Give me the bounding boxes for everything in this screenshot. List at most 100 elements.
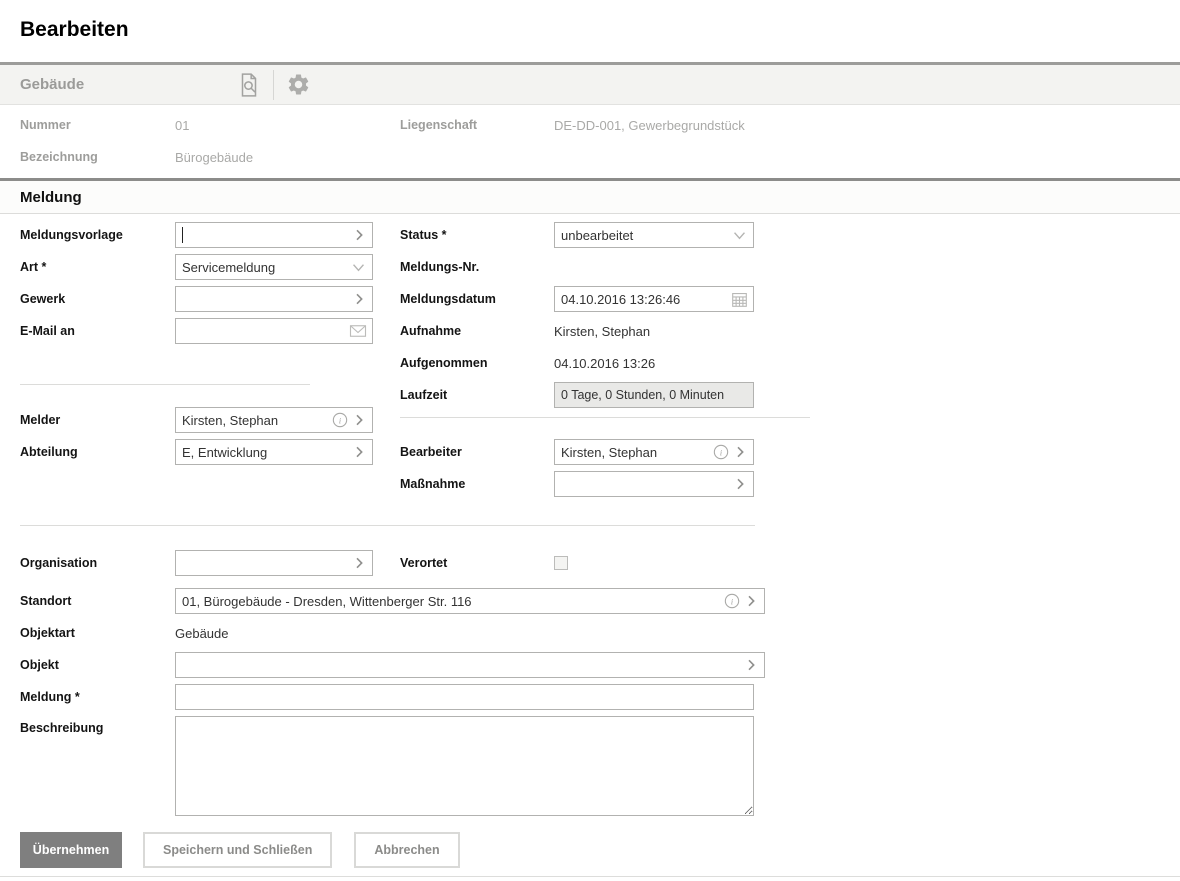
- svg-text:i: i: [720, 448, 723, 458]
- verortet-checkbox[interactable]: [554, 556, 568, 570]
- meldungsdatum-row: Meldungsdatum: [400, 286, 810, 312]
- abteilung-label: Abteilung: [20, 445, 175, 459]
- art-select[interactable]: Servicemeldung: [175, 254, 373, 280]
- abteilung-picker[interactable]: [351, 444, 372, 460]
- standort-input[interactable]: [176, 594, 724, 609]
- nummer-value: 01: [175, 118, 400, 133]
- objektart-label: Objektart: [20, 626, 175, 640]
- massnahme-input[interactable]: [555, 477, 732, 492]
- meldung-section-title: Meldung: [0, 189, 82, 206]
- beschreibung-row: Beschreibung: [20, 716, 765, 816]
- standort-label: Standort: [20, 594, 175, 608]
- meldungsdatum-input[interactable]: [555, 292, 731, 307]
- meldungsvorlage-field: [175, 222, 373, 248]
- calendar-icon[interactable]: [731, 291, 753, 308]
- melder-picker[interactable]: [351, 412, 367, 428]
- organisation-input[interactable]: [176, 556, 351, 571]
- melder-field: i: [175, 407, 373, 433]
- info-icon[interactable]: i: [713, 444, 729, 460]
- envelope-icon: [349, 323, 372, 339]
- info-icon[interactable]: i: [332, 412, 348, 428]
- melder-label: Melder: [20, 413, 175, 427]
- melder-input[interactable]: [176, 413, 332, 428]
- beschreibung-label: Beschreibung: [20, 716, 175, 735]
- meldung-text-field: [175, 684, 754, 710]
- objekt-label: Objekt: [20, 658, 175, 672]
- meldungs-nr-row: Meldungs-Nr.: [400, 254, 810, 280]
- edit-form-page: Bearbeiten Gebäude Numme: [0, 0, 1180, 881]
- organisation-field: [175, 550, 373, 576]
- lower-group-divider: [20, 525, 755, 526]
- uebernehmen-button[interactable]: Übernehmen: [20, 832, 122, 868]
- gebaeude-section-title: Gebäude: [0, 76, 225, 93]
- beschreibung-textarea[interactable]: [175, 716, 754, 816]
- meldungsvorlage-picker[interactable]: [351, 227, 372, 243]
- email-an-input[interactable]: [176, 324, 349, 339]
- aufnahme-row: Aufnahme Kirsten, Stephan: [400, 318, 810, 344]
- bezeichnung-value: Bürogebäude: [175, 150, 400, 165]
- objekt-input[interactable]: [176, 658, 743, 673]
- meldung-text-row: Meldung *: [20, 684, 765, 710]
- massnahme-label: Maßnahme: [400, 477, 554, 491]
- gewerk-input[interactable]: [176, 292, 351, 307]
- abteilung-row: Abteilung: [20, 439, 393, 465]
- organisation-picker[interactable]: [351, 555, 372, 571]
- bearbeiter-picker[interactable]: [732, 444, 748, 460]
- massnahme-row: Maßnahme: [400, 471, 810, 497]
- gewerk-field: [175, 286, 373, 312]
- objektart-value: Gebäude: [175, 626, 229, 641]
- laufzeit-field: [554, 382, 754, 408]
- meldungsvorlage-input[interactable]: [183, 228, 351, 243]
- gear-icon: [286, 72, 311, 97]
- bearbeiter-row: Bearbeiter i: [400, 439, 810, 465]
- meldungsdatum-label: Meldungsdatum: [400, 292, 554, 306]
- massnahme-field: [554, 471, 754, 497]
- form-column-right: Status * unbearbeitet Meldungs-Nr. Meldu…: [400, 222, 810, 503]
- form-lower-group: Organisation Verortet Standort i: [20, 525, 765, 822]
- bearbeiter-input[interactable]: [555, 445, 713, 460]
- status-selected-value: unbearbeitet: [555, 228, 731, 243]
- meldung-text-label: Meldung *: [20, 690, 175, 704]
- svg-text:i: i: [731, 597, 734, 607]
- page-bottom-border: [0, 876, 1180, 877]
- standort-picker[interactable]: [743, 593, 759, 609]
- abteilung-input[interactable]: [176, 445, 351, 460]
- organisation-label: Organisation: [20, 556, 175, 570]
- gewerk-label: Gewerk: [20, 292, 175, 306]
- meldung-section-header: Meldung: [0, 178, 1180, 214]
- objekt-field: [175, 652, 765, 678]
- laufzeit-label: Laufzeit: [400, 388, 554, 402]
- gewerk-row: Gewerk: [20, 286, 393, 312]
- nummer-label: Nummer: [20, 118, 175, 132]
- meldungsdatum-field: [554, 286, 754, 312]
- abbrechen-button[interactable]: Abbrechen: [354, 832, 459, 868]
- art-selected-value: Servicemeldung: [176, 260, 350, 275]
- standort-field: i: [175, 588, 765, 614]
- aufgenommen-row: Aufgenommen 04.10.2016 13:26: [400, 350, 810, 376]
- document-search-icon: [236, 72, 262, 98]
- art-row: Art * Servicemeldung: [20, 254, 393, 280]
- form-column-left: Meldungsvorlage Art * Servicemeldung: [20, 222, 393, 471]
- gewerk-picker[interactable]: [351, 291, 372, 307]
- bezeichnung-label: Bezeichnung: [20, 150, 175, 164]
- status-row: Status * unbearbeitet: [400, 222, 810, 248]
- meldungs-nr-label: Meldungs-Nr.: [400, 260, 554, 274]
- speichern-und-schliessen-button[interactable]: Speichern und Schließen: [143, 832, 332, 868]
- bearbeiter-label: Bearbeiter: [400, 445, 554, 459]
- meldungsvorlage-label: Meldungsvorlage: [20, 228, 175, 242]
- info-icon[interactable]: i: [724, 593, 740, 609]
- laufzeit-value: [555, 388, 753, 402]
- objekt-row: Objekt: [20, 652, 765, 678]
- chevron-down-icon: [731, 227, 753, 244]
- status-select[interactable]: unbearbeitet: [554, 222, 754, 248]
- gebaeude-row-2: Bezeichnung Bürogebäude: [20, 144, 1160, 170]
- gebaeude-row-1: Nummer 01 Liegenschaft DE-DD-001, Gewerb…: [20, 112, 1160, 138]
- objekt-picker[interactable]: [743, 657, 764, 673]
- settings-button[interactable]: [274, 65, 322, 105]
- objektart-row: Objektart Gebäude: [20, 620, 765, 646]
- meldung-text-input[interactable]: [176, 690, 753, 705]
- massnahme-picker[interactable]: [732, 476, 753, 492]
- bearbeiter-field: i: [554, 439, 754, 465]
- preview-button[interactable]: [225, 65, 273, 105]
- aufnahme-value: Kirsten, Stephan: [554, 324, 650, 339]
